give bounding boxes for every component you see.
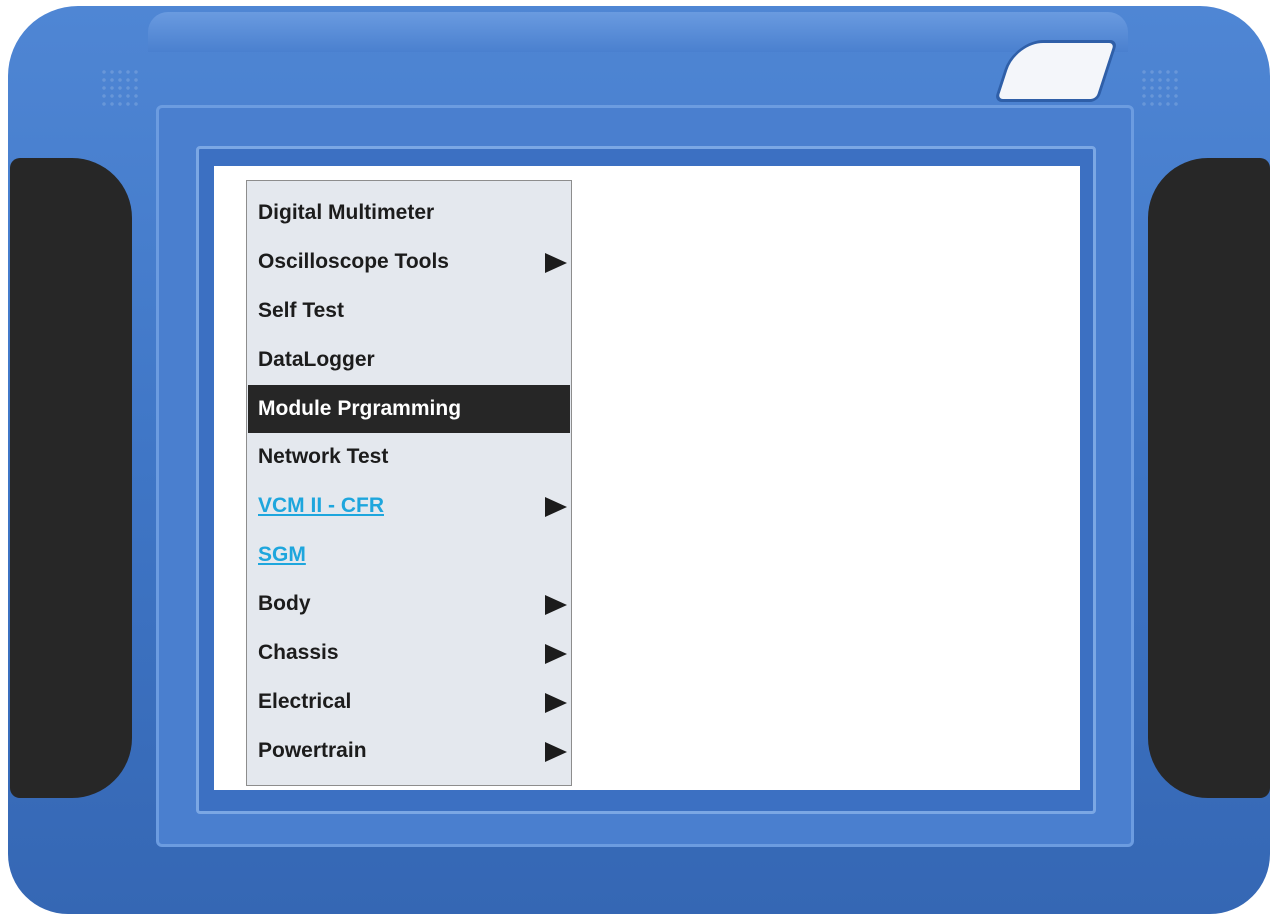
grip-texture-left xyxy=(100,68,140,108)
menu-item-network-test[interactable]: Network Test xyxy=(248,433,570,481)
menu-item-label: Powertrain xyxy=(258,739,367,762)
carry-handle xyxy=(993,40,1119,102)
submenu-arrow-icon xyxy=(545,253,567,273)
menu-item-label: Electrical xyxy=(258,690,352,713)
menu-item-self-test[interactable]: Self Test xyxy=(248,287,570,335)
menu-item-label: Oscilloscope Tools xyxy=(258,250,449,273)
menu-item-sgm[interactable]: SGM xyxy=(248,531,570,579)
menu-item-vcm-ii-cfr[interactable]: VCM II - CFR xyxy=(248,482,570,530)
main-menu: Digital Multimeter Oscilloscope Tools Se… xyxy=(246,180,572,786)
submenu-arrow-icon xyxy=(545,644,567,664)
menu-item-electrical[interactable]: Electrical xyxy=(248,678,570,726)
right-rubber-grip xyxy=(1148,158,1270,798)
menu-item-label: VCM II - CFR xyxy=(258,494,384,517)
menu-item-datalogger[interactable]: DataLogger xyxy=(248,336,570,384)
menu-item-chassis[interactable]: Chassis xyxy=(248,629,570,677)
menu-item-label: Module Prgramming xyxy=(258,397,462,420)
menu-item-label: DataLogger xyxy=(258,348,375,371)
submenu-arrow-icon xyxy=(545,742,567,762)
grip-texture-right xyxy=(1140,68,1180,108)
menu-item-label: Self Test xyxy=(258,299,344,322)
submenu-arrow-icon xyxy=(545,497,567,517)
menu-item-label: Chassis xyxy=(258,641,339,664)
device-screen: Digital Multimeter Oscilloscope Tools Se… xyxy=(214,166,1080,790)
menu-item-module-programming[interactable]: Module Prgramming xyxy=(248,385,570,433)
menu-item-powertrain[interactable]: Powertrain xyxy=(248,727,570,775)
menu-item-label: Body xyxy=(258,592,311,615)
left-rubber-grip xyxy=(10,158,132,798)
submenu-arrow-icon xyxy=(545,595,567,615)
menu-item-label: Digital Multimeter xyxy=(258,201,435,224)
menu-item-label: Network Test xyxy=(258,445,389,468)
menu-item-digital-multimeter[interactable]: Digital Multimeter xyxy=(248,189,570,237)
menu-item-label: SGM xyxy=(258,543,306,566)
menu-item-body[interactable]: Body xyxy=(248,580,570,628)
submenu-arrow-icon xyxy=(545,693,567,713)
menu-item-oscilloscope-tools[interactable]: Oscilloscope Tools xyxy=(248,238,570,286)
